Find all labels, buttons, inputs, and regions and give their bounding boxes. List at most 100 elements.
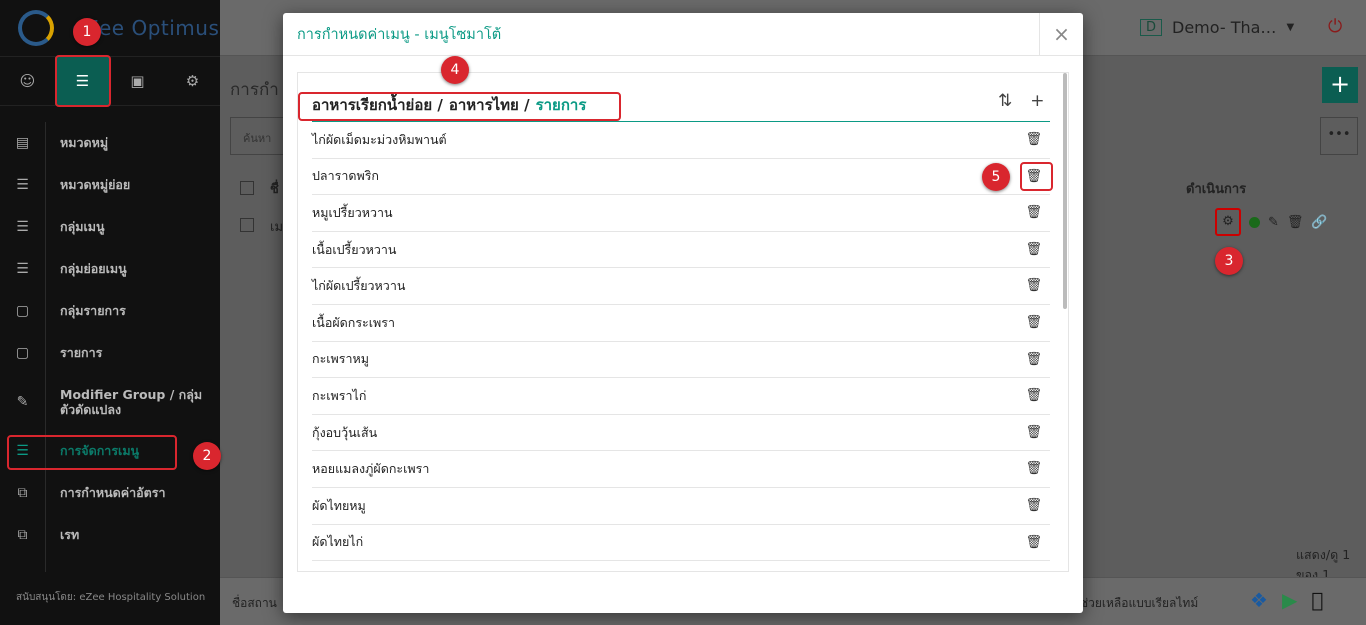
item-name: หอยแมลงภู่ผัดกะเพรา	[312, 461, 430, 477]
list-item: ผัดไทยหมู 🗑	[312, 488, 1050, 525]
annotation-badge-2: 2	[193, 442, 221, 470]
link-icon[interactable]: 🔗	[1311, 215, 1327, 230]
list-tools: ⇅ +	[998, 91, 1045, 111]
annotation-badge-5: 5	[982, 163, 1010, 191]
sidebar-item-menu-group[interactable]: ☰ กลุ่มเมนู	[0, 206, 220, 248]
add-icon[interactable]: +	[1030, 91, 1044, 111]
item-name: ผัดไทยไก่	[312, 534, 364, 550]
close-button[interactable]: ×	[1039, 13, 1083, 56]
row-name: เม	[270, 220, 284, 235]
trash-icon[interactable]: 🗑	[1025, 461, 1042, 476]
sidebar-item-label: หมวดหมู่ย่อย	[60, 177, 131, 192]
sidebar-item-label: กลุ่มรายการ	[60, 303, 126, 318]
sidebar-item-category[interactable]: ▤ หมวดหมู่	[0, 122, 220, 164]
list-item: หอยแมลงภู่ผัดกะเพรา 🗑	[312, 451, 1050, 488]
list-item: ปลาราดพริก 🗑	[312, 159, 1050, 196]
item-name: กุ้งอบวุ้นเส้น	[312, 424, 378, 440]
annotation-badge-4: 4	[441, 56, 469, 84]
item-name: กะเพราไก่	[312, 387, 367, 403]
trash-icon[interactable]: 🗑	[1025, 132, 1042, 147]
trash-icon[interactable]: 🗑	[1287, 215, 1304, 230]
row-checkbox[interactable]	[240, 218, 254, 232]
app-store-icons: ❖ ▶ 	[1250, 588, 1323, 612]
item-name: เนื้อเปรี้ยวหวาน	[312, 241, 397, 257]
row-actions: ⚙ ✎ 🗑 🔗	[1215, 208, 1328, 236]
server-icon: ▤	[15, 135, 30, 151]
list-item: กะเพราไก่ 🗑	[312, 378, 1050, 415]
highlight-breadcrumb	[298, 92, 621, 121]
user-menu[interactable]: D Demo- Tha… ▼	[1140, 18, 1294, 37]
play-store-icon[interactable]: ▶	[1282, 588, 1297, 612]
trash-icon[interactable]: 🗑	[1025, 205, 1042, 220]
column-header-action: ดำเนินการ	[1186, 182, 1247, 197]
dialog-header: การกำหนดค่าเมนู - เมนูโซมาโต้ ×	[283, 13, 1083, 56]
list-icon: ☰	[16, 177, 29, 193]
more-options-button[interactable]: •••	[1320, 117, 1358, 155]
sort-icon[interactable]: ⇅	[998, 91, 1012, 111]
apple-icon[interactable]: 	[1311, 588, 1323, 612]
configure-gear-icon[interactable]: ⚙	[1215, 208, 1241, 236]
trash-icon[interactable]: 🗑	[1025, 425, 1042, 440]
trash-icon[interactable]: 🗑	[1025, 535, 1042, 550]
search-input[interactable]: ค้นหา	[230, 117, 290, 155]
add-button[interactable]: +	[1322, 67, 1358, 103]
list-item: ไก่ผัดเม็ดมะม่วงหิมพานต์ 🗑	[312, 122, 1050, 159]
sidebar-item-modifier-group[interactable]: ✎ Modifier Group / กลุ่มตัวดัดแปลง	[0, 374, 220, 430]
highlight-delete-item	[1020, 162, 1053, 191]
scrollbar[interactable]	[1063, 73, 1067, 309]
list-icon: ☰	[16, 219, 29, 235]
dialog-body: อาหารเรียกน้ำย่อย / อาหารไทย / รายการ ⇅ …	[297, 72, 1069, 572]
sidebar-item-menu-subgroup[interactable]: ☰ กลุ่มย่อยเมนู	[0, 248, 220, 290]
logo-icon	[18, 10, 54, 46]
caret-down-icon: ▼	[1286, 22, 1295, 33]
divider	[45, 122, 46, 572]
item-name: เนื้อผัดกระเพรา	[312, 314, 396, 330]
sidebar-item-rate[interactable]: ⧉ เรท	[0, 514, 220, 556]
realtime-help-link[interactable]: ช่วยเหลือแบบเรียลไทม์	[1080, 594, 1198, 613]
edit-icon: ✎	[16, 394, 29, 410]
user-initial: D	[1140, 19, 1163, 36]
sidebar-item-items[interactable]: ▢ รายการ	[0, 332, 220, 374]
column-header-name: ชื่	[270, 182, 279, 197]
trash-icon[interactable]: 🗑	[1025, 278, 1042, 293]
list-item: เนื้อผัดกระเพรา 🗑	[312, 305, 1050, 342]
item-name: ไก่ผัดเปรี้ยวหวาน	[312, 278, 406, 294]
select-all-checkbox[interactable]	[240, 181, 254, 195]
highlight-menu-management	[7, 435, 177, 470]
trash-icon[interactable]: 🗑	[1025, 498, 1042, 513]
cart-tab[interactable]: ▣	[110, 57, 165, 105]
sidebar-item-label: เรท	[60, 527, 80, 542]
sidebar-item-subcategory[interactable]: ☰ หมวดหมู่ย่อย	[0, 164, 220, 206]
item-name: ผัดไทยหมู	[312, 497, 366, 513]
item-name: ปลาราดพริก	[312, 168, 379, 184]
footer-left-text: ชื่อสถาน	[232, 596, 277, 610]
sidebar-footer: สนับสนุนโดย: eZee Hospitality Solution	[16, 592, 206, 603]
trash-icon[interactable]: 🗑	[1025, 352, 1042, 367]
item-name: ไก่ผัดเม็ดมะม่วงหิมพานต์	[312, 131, 447, 147]
list-item: กุ้งอบวุ้นเส้น 🗑	[312, 415, 1050, 452]
sidebar-menu: ▤ หมวดหมู่ ☰ หมวดหมู่ย่อย ☰ กลุ่มเมนู ☰ กลุ่…	[0, 106, 220, 572]
sidebar-item-item-group[interactable]: ▢ กลุ่มรายการ	[0, 290, 220, 332]
copy-icon: ⧉	[17, 527, 28, 543]
trash-icon[interactable]: 🗑	[1025, 315, 1042, 330]
windows-icon[interactable]: ❖	[1250, 588, 1268, 612]
pencil-icon[interactable]: ✎	[1268, 215, 1279, 230]
sidebar-item-label: การกำหนดค่าอัตรา	[60, 485, 166, 500]
trash-icon[interactable]: 🗑	[1025, 388, 1042, 403]
power-icon[interactable]: ⏻	[1328, 16, 1342, 37]
trash-icon[interactable]: 🗑	[1025, 242, 1042, 257]
annotation-badge-1: 1	[73, 18, 101, 46]
list-item: หมูเปรี้ยวหวาน 🗑	[312, 195, 1050, 232]
sidebar-item-rate-config[interactable]: ⧉ การกำหนดค่าอัตรา	[0, 472, 220, 514]
status-dot[interactable]	[1249, 216, 1260, 228]
copy-icon: ⧉	[17, 485, 28, 501]
list-item: เนื้อเปรี้ยวหวาน 🗑	[312, 232, 1050, 269]
brand[interactable]: eZee Optimus	[0, 0, 220, 56]
sidebar-item-label: Modifier Group / กลุ่มตัวดัดแปลง	[60, 387, 203, 417]
page-title: การกำ	[230, 80, 279, 100]
gear-icon: ⚙	[185, 72, 200, 90]
list-item: กะเพราหมู 🗑	[312, 342, 1050, 379]
user-tab[interactable]: ☺	[0, 57, 55, 105]
list-item: ผัดไทยไก่ 🗑	[312, 525, 1050, 562]
settings-tab[interactable]: ⚙	[165, 57, 220, 105]
